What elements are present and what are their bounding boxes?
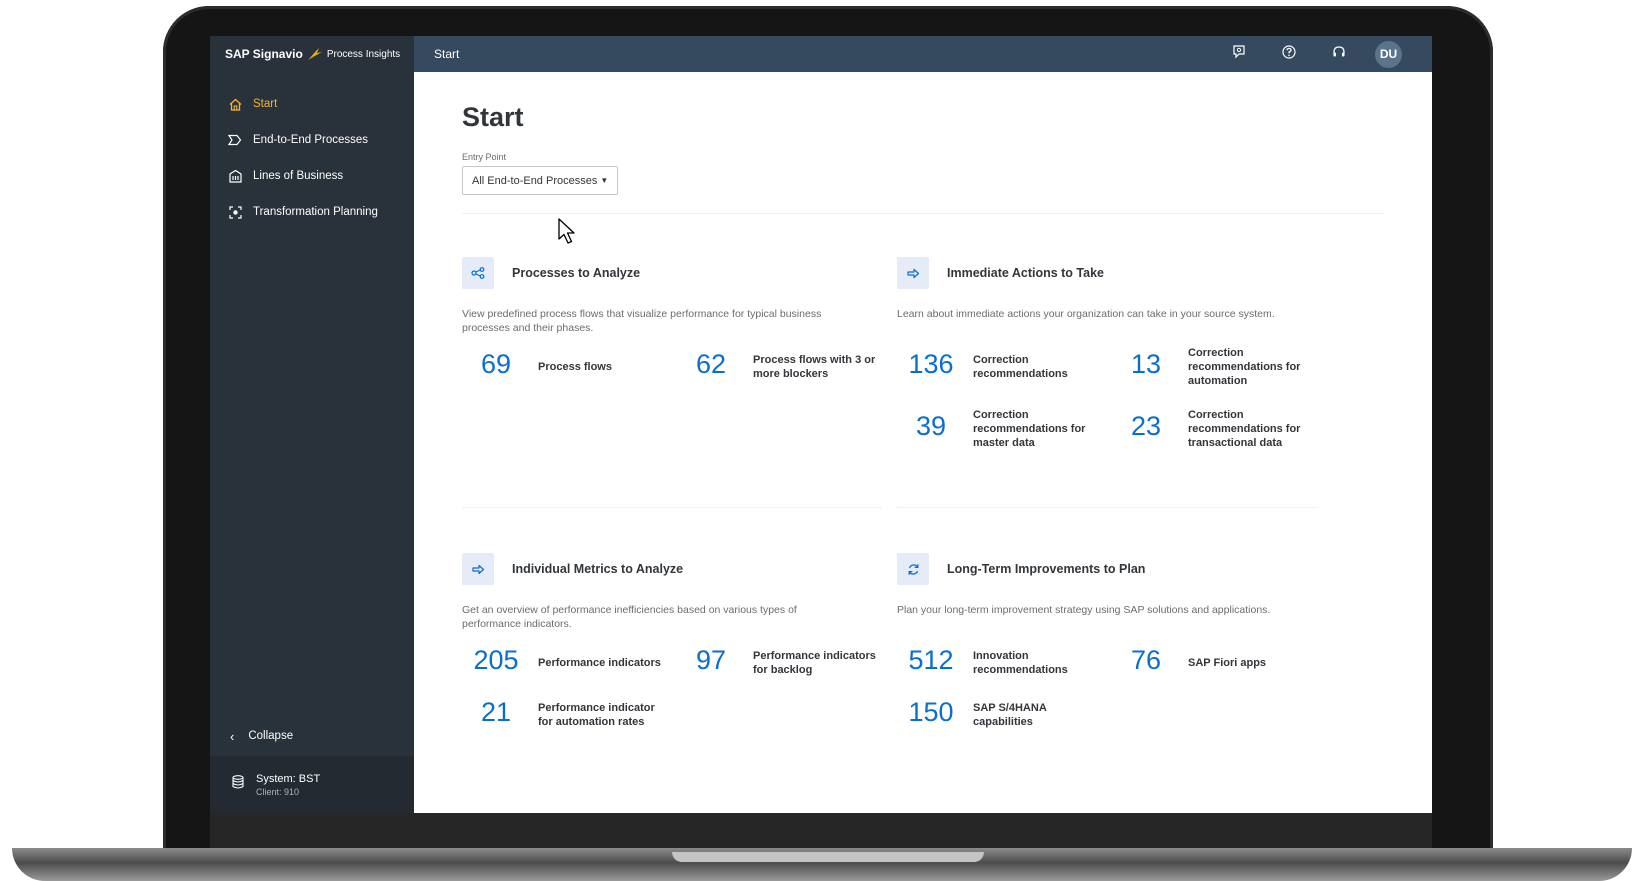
metric-label: Correction recommendations for transacti… <box>1188 409 1301 449</box>
metric-value: 39 <box>915 411 947 441</box>
sidebar-item-start[interactable]: Start <box>210 89 414 119</box>
main-content: Start Entry Point All End-to-End Process… <box>414 72 1432 813</box>
card-divider <box>897 507 1317 508</box>
sidebar-item-label: Start <box>253 98 278 110</box>
sidebar-item-label: Lines of Business <box>253 170 344 182</box>
card-description: Learn about immediate actions your organ… <box>897 308 1275 320</box>
brand-logo[interactable]: SAP Signavio Process Insights <box>210 36 414 72</box>
sidebar-item-transformation-planning[interactable]: Transformation Planning <box>210 197 414 227</box>
metric-label: Correction recommendations <box>973 354 1068 380</box>
support-button[interactable] <box>1325 40 1353 68</box>
metric-label: Process flows with 3 or more blockers <box>753 354 876 380</box>
help-button[interactable] <box>1275 40 1303 68</box>
shell-bar: SAP Signavio Process Insights Start DU <box>210 36 1432 72</box>
chevron-left-icon: ‹ <box>230 728 235 744</box>
metric-value: 205 <box>473 645 519 675</box>
card-divider <box>462 507 882 508</box>
caret-down-icon: ▼ <box>600 176 609 185</box>
entry-point-select[interactable]: All End-to-End Processes ▼ <box>462 166 618 195</box>
card-title[interactable]: Immediate Actions to Take <box>947 266 1104 280</box>
app-screen: SAP Signavio Process Insights Start DU S… <box>210 36 1432 813</box>
metric-label: Correction recommendations for automatio… <box>1188 347 1301 387</box>
metric-value: 150 <box>908 697 954 727</box>
signavio-mark-icon <box>307 47 323 61</box>
entry-point-label: Entry Point <box>462 152 507 162</box>
card-description: Plan your long-term improvement strategy… <box>897 604 1271 616</box>
metric-label: SAP Fiori apps <box>1188 657 1267 669</box>
metric-value: 97 <box>695 645 727 675</box>
process-icon <box>227 132 243 148</box>
feedback-button[interactable] <box>1225 40 1253 68</box>
metric-label: Performance indicators for backlog <box>753 650 876 676</box>
arrow-right-icon[interactable] <box>462 553 494 585</box>
metric-label: Process flows <box>538 361 612 373</box>
metric-value: 62 <box>695 349 727 379</box>
system-name: System: BST <box>256 772 321 785</box>
sidebar-item-label: Transformation Planning <box>253 206 378 218</box>
metric-value: 76 <box>1130 645 1162 675</box>
laptop-chin <box>210 813 1432 848</box>
collapse-button[interactable]: ‹ Collapse <box>210 722 414 750</box>
page-title: Start <box>462 102 524 132</box>
sidebar-item-lines-of-business[interactable]: Lines of Business <box>210 161 414 191</box>
metric-value: 13 <box>1130 349 1162 379</box>
help-icon <box>1282 44 1296 64</box>
sidebar-item-label: End-to-End Processes <box>253 134 369 146</box>
metric-label: Innovation recommendations <box>973 650 1068 676</box>
metric-label: Performance indicator for automation rat… <box>538 702 655 728</box>
card-title[interactable]: Individual Metrics to Analyze <box>512 562 683 576</box>
product-name: Process Insights <box>326 48 401 60</box>
database-icon <box>232 775 244 794</box>
system-text: System: BST Client: 910 <box>256 773 320 797</box>
mouse-cursor-icon <box>558 218 575 244</box>
system-info[interactable]: System: BST Client: 910 <box>210 756 414 813</box>
card-title[interactable]: Long-Term Improvements to Plan <box>947 562 1145 576</box>
arrow-right-icon[interactable] <box>897 257 929 289</box>
sidebar-item-end-to-end-processes[interactable]: End-to-End Processes <box>210 125 414 155</box>
metric-value: 512 <box>908 645 954 675</box>
collapse-label: Collapse <box>248 730 294 742</box>
system-client: Client: 910 <box>256 786 300 797</box>
metric-label: Correction recommendations for master da… <box>973 409 1086 449</box>
building-icon <box>227 168 243 184</box>
metric-label: Performance indicators <box>538 657 661 669</box>
card-title[interactable]: Processes to Analyze <box>512 266 640 280</box>
brand-name: SAP Signavio <box>225 47 303 61</box>
card-description: Get an overview of performance inefficie… <box>462 604 797 630</box>
feedback-icon <box>1232 44 1246 64</box>
home-icon <box>227 96 243 112</box>
side-navigation: Start End-to-End Processes Lines of Busi… <box>210 72 414 813</box>
metric-value: 136 <box>908 349 954 379</box>
user-avatar[interactable]: DU <box>1375 40 1402 68</box>
support-icon <box>1332 45 1346 64</box>
metric-label: SAP S/4HANA capabilities <box>973 702 1047 728</box>
laptop-notch <box>672 852 984 862</box>
shell-actions: DU <box>1203 40 1402 68</box>
metric-value: 23 <box>1130 411 1162 441</box>
divider <box>462 213 1384 214</box>
process-flow-icon[interactable] <box>462 257 494 289</box>
entry-point-value: All End-to-End Processes <box>472 174 598 187</box>
target-icon <box>227 204 243 220</box>
shell-title: Start <box>434 47 460 61</box>
card-description: View predefined process flows that visua… <box>462 308 822 334</box>
refresh-icon[interactable] <box>897 553 929 585</box>
metric-value: 21 <box>480 697 512 727</box>
metric-value: 69 <box>480 349 512 379</box>
